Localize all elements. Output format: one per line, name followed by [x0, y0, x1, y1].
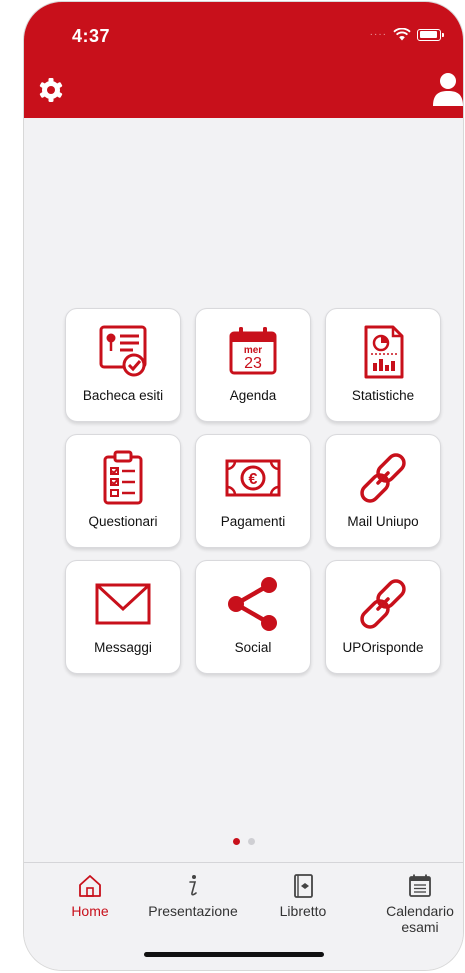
home-icon	[79, 875, 101, 897]
tile-pagamenti[interactable]: € Pagamenti	[195, 434, 311, 548]
tile-bacheca-esiti[interactable]: Bacheca esiti	[65, 308, 181, 422]
tile-questionari[interactable]: Questionari	[65, 434, 181, 548]
tile-label: Pagamenti	[220, 514, 286, 529]
tab-presentazione[interactable]: Presentazione	[136, 873, 250, 919]
page-dot-1[interactable]	[232, 838, 240, 845]
wifi-icon	[393, 28, 411, 41]
page-indicator[interactable]	[24, 838, 463, 845]
euro-sign: €	[249, 471, 258, 488]
tab-home[interactable]: Home	[60, 873, 120, 919]
home-indicator[interactable]	[144, 952, 324, 957]
user-icon[interactable]	[433, 72, 463, 106]
share-icon	[228, 577, 277, 631]
tile-mail-uniupo[interactable]: Mail Uniupo	[325, 434, 441, 548]
tile-label: Agenda	[229, 388, 277, 403]
tile-uporisponde[interactable]: UPOrisponde	[325, 560, 441, 674]
bulletin-board-icon	[99, 325, 147, 377]
link-icon	[360, 579, 406, 629]
booklet-icon	[294, 874, 313, 898]
page-dot-2[interactable]	[247, 838, 255, 845]
tab-label: Presentazione	[148, 903, 238, 919]
euro-banknote-icon: €	[225, 459, 281, 497]
phone-screen: 4:37 ···· Bacheca esiti mer 23 Agenda St…	[24, 2, 463, 970]
exam-calendar-icon	[409, 874, 431, 897]
tile-label: Questionari	[88, 514, 158, 529]
tile-label: Social	[234, 640, 272, 655]
tab-libretto[interactable]: Libretto	[266, 873, 340, 919]
tile-label: UPOrisponde	[342, 640, 424, 655]
tile-label: Bacheca esiti	[82, 388, 164, 403]
tile-label: Mail Uniupo	[347, 514, 419, 529]
battery-icon	[417, 28, 444, 41]
tile-agenda[interactable]: mer 23 Agenda	[195, 308, 311, 422]
tab-calendario-esami[interactable]: Calendario esami	[378, 873, 462, 935]
tab-label: Calendario esami	[386, 903, 454, 935]
feature-grid: Bacheca esiti mer 23 Agenda Statistiche …	[65, 308, 442, 674]
app-header: 4:37 ····	[24, 2, 463, 118]
calendar-icon: mer 23	[229, 327, 277, 375]
tile-label: Statistiche	[351, 388, 415, 403]
tile-social[interactable]: Social	[195, 560, 311, 674]
link-icon	[360, 453, 406, 503]
calendar-date: 23	[244, 355, 262, 372]
status-indicators: ····	[369, 28, 444, 41]
tab-label: Libretto	[279, 903, 327, 919]
envelope-icon	[95, 583, 151, 625]
info-icon	[189, 875, 197, 896]
tile-statistiche[interactable]: Statistiche	[325, 308, 441, 422]
tab-label: Home	[71, 903, 109, 919]
statistics-icon	[364, 325, 404, 379]
clipboard-checklist-icon	[103, 450, 143, 505]
status-time: 4:37	[72, 26, 111, 46]
gear-icon[interactable]	[36, 75, 66, 105]
tile-label: Messaggi	[94, 640, 152, 655]
tile-messaggi[interactable]: Messaggi	[65, 560, 181, 674]
signal-icon: ····	[369, 29, 387, 40]
